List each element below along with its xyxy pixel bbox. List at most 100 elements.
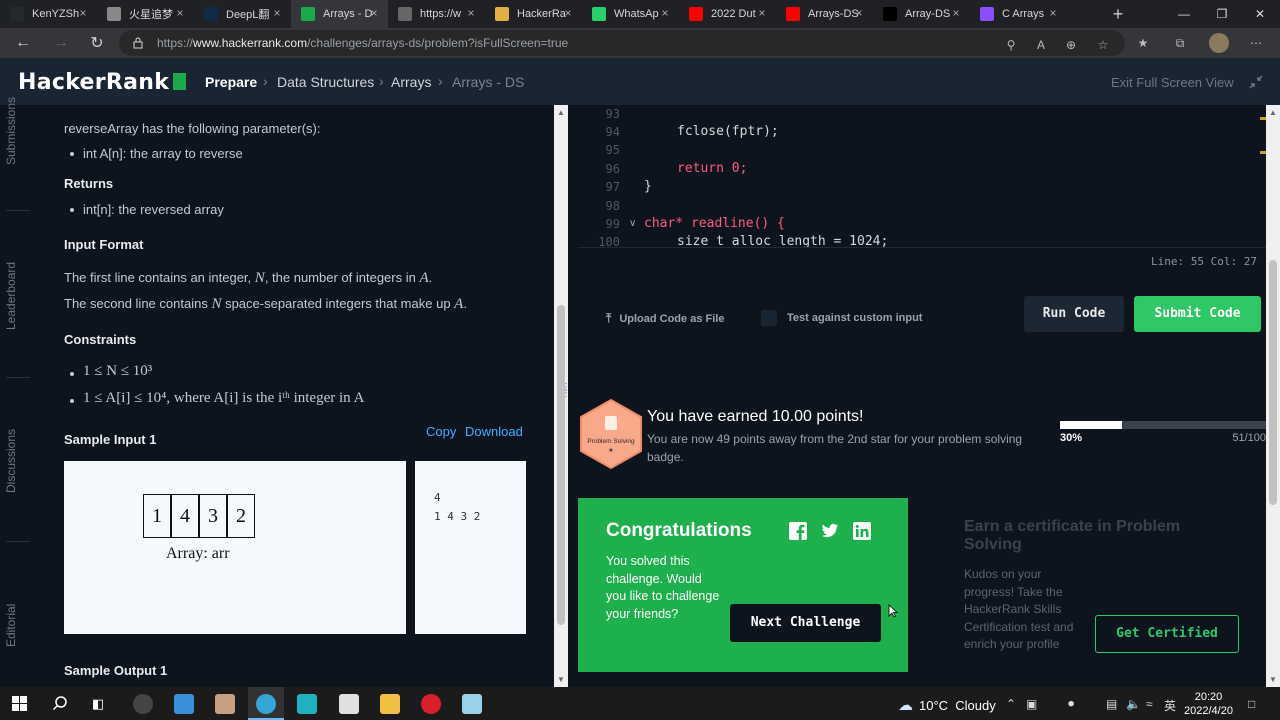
mouse-cursor-icon: [888, 604, 898, 618]
tray-icon[interactable]: ▣: [1026, 697, 1037, 711]
browser-tab[interactable]: https://w ×: [388, 0, 485, 28]
tray-chevron-icon[interactable]: ⌃: [1006, 697, 1016, 711]
close-tab-icon[interactable]: ×: [174, 7, 186, 19]
browser-tab[interactable]: HackerRa ×: [485, 0, 582, 28]
youtube-icon: [689, 7, 703, 21]
task-view-icon[interactable]: ◧: [92, 696, 104, 712]
close-window-button[interactable]: ✕: [1238, 0, 1280, 28]
rail-discussions[interactable]: Discussions: [4, 429, 18, 493]
browser-tab[interactable]: 2022 Dut ×: [679, 0, 776, 28]
problem-solving-badge-icon: Problem Solving ★: [578, 398, 644, 470]
back-button[interactable]: ←: [12, 33, 34, 53]
clock[interactable]: 20:20 2022/4/20: [1184, 690, 1233, 718]
key-icon[interactable]: ⚲: [1003, 37, 1019, 53]
profile-avatar[interactable]: [1209, 33, 1229, 53]
collapse-icon[interactable]: [1249, 75, 1263, 89]
read-aloud-icon[interactable]: A: [1033, 37, 1049, 53]
copy-link[interactable]: Copy: [426, 424, 456, 439]
breadcrumb-current: Arrays - DS: [452, 74, 525, 90]
split-handle[interactable]: ⋮ ⋮: [561, 105, 578, 687]
rail-submissions[interactable]: Submissions: [4, 97, 18, 165]
close-tab-icon[interactable]: ×: [659, 7, 671, 19]
bullet: [70, 372, 74, 376]
linkedin-icon[interactable]: [853, 522, 871, 540]
scrollbar-thumb[interactable]: [1269, 260, 1277, 505]
close-tab-icon[interactable]: ×: [1047, 7, 1059, 19]
app-icon[interactable]: [174, 694, 194, 714]
browser-tab[interactable]: KenYZSh ×: [0, 0, 97, 28]
refresh-button[interactable]: ↻: [86, 33, 108, 53]
active-app-indicator: [248, 687, 284, 720]
fold-chevron-icon[interactable]: ∨: [629, 218, 636, 229]
run-code-button[interactable]: Run Code: [1024, 296, 1124, 332]
close-tab-icon[interactable]: ×: [853, 7, 865, 19]
twitter-icon[interactable]: [821, 522, 839, 540]
alien-app-icon[interactable]: [133, 694, 153, 714]
facebook-icon[interactable]: [789, 522, 807, 540]
browser-tab[interactable]: DeepL翻 ×: [194, 0, 291, 28]
custom-input-label[interactable]: Test against custom input: [787, 312, 922, 324]
submit-code-button[interactable]: Submit Code: [1134, 296, 1261, 332]
close-tab-icon[interactable]: ×: [465, 7, 477, 19]
next-challenge-button[interactable]: Next Challenge: [730, 604, 881, 642]
app-icon[interactable]: [297, 694, 317, 714]
sample-input-box: 4 1 4 3 2: [415, 461, 526, 634]
close-tab-icon[interactable]: ×: [271, 7, 283, 19]
scroll-up-arrow[interactable]: ▲: [557, 108, 565, 117]
line-number: 98: [605, 199, 620, 213]
app-icon[interactable]: [462, 694, 482, 714]
favorites-icon[interactable]: ★: [1135, 35, 1151, 51]
app-icon[interactable]: [215, 694, 235, 714]
browser-tab[interactable]: Arrays - D ×: [291, 0, 388, 28]
bullet: [70, 399, 74, 403]
ime-indicator[interactable]: 英: [1164, 697, 1176, 714]
scroll-down-arrow[interactable]: ▼: [557, 675, 565, 684]
close-tab-icon[interactable]: ×: [77, 7, 89, 19]
collections-icon[interactable]: ⧉: [1172, 35, 1188, 51]
weather-widget[interactable]: ☁ 10°C Cloudy: [898, 696, 996, 714]
zoom-icon[interactable]: ⊕: [1063, 37, 1079, 53]
breadcrumb-arrays[interactable]: Arrays: [391, 74, 431, 90]
search-icon[interactable]: [52, 695, 68, 711]
scroll-up-arrow[interactable]: ▲: [1269, 108, 1277, 117]
url-field[interactable]: https://www.hackerrank.com/challenges/ar…: [119, 30, 1125, 56]
close-tab-icon[interactable]: ×: [950, 7, 962, 19]
close-tab-icon[interactable]: ×: [562, 7, 574, 19]
breadcrumb-data-structures[interactable]: Data Structures: [277, 74, 374, 90]
rail-editorial[interactable]: Editorial: [4, 604, 18, 647]
exit-fullscreen-link[interactable]: Exit Full Screen View: [1111, 75, 1234, 90]
volume-icon[interactable]: 🔈: [1126, 697, 1141, 711]
scroll-down-arrow[interactable]: ▼: [1269, 675, 1277, 684]
microphone-icon[interactable]: ⚫: [1066, 697, 1076, 711]
close-tab-icon[interactable]: ×: [368, 7, 380, 19]
code-editor[interactable]: 93 94 fclose(fptr); 95 96 return 0; 97 }…: [578, 105, 1266, 247]
hackerrank-logo[interactable]: HackerRank: [18, 70, 169, 95]
hackerrank-header: HackerRank Prepare › Data Structures › A…: [0, 58, 1280, 105]
close-tab-icon[interactable]: ×: [756, 7, 768, 19]
network-icon[interactable]: ▤: [1106, 697, 1117, 711]
file-explorer-icon[interactable]: [380, 694, 400, 714]
forward-button[interactable]: →: [50, 33, 72, 53]
browser-tab[interactable]: 火星追梦 ×: [97, 0, 194, 28]
browser-tab[interactable]: C Arrays ×: [970, 0, 1067, 28]
rail-leaderboard[interactable]: Leaderboard: [4, 262, 18, 330]
download-link[interactable]: Download: [465, 424, 523, 439]
netease-music-icon[interactable]: [421, 694, 441, 714]
wifi-icon[interactable]: ≈: [1146, 697, 1153, 711]
custom-input-checkbox[interactable]: [761, 310, 777, 326]
windows-start-icon[interactable]: [12, 696, 27, 711]
breadcrumb-prepare[interactable]: Prepare: [205, 74, 257, 90]
scrollbar-thumb[interactable]: [557, 305, 565, 625]
browser-tab[interactable]: Array-DS ×: [873, 0, 970, 28]
more-menu-icon[interactable]: ⋯: [1248, 35, 1264, 51]
line-number: 93: [605, 107, 620, 121]
browser-tab[interactable]: Arrays-DS ×: [776, 0, 873, 28]
notification-icon[interactable]: □: [1248, 697, 1255, 711]
editor-scrollbar[interactable]: ▲ ▼: [1266, 105, 1280, 687]
app-icon[interactable]: [339, 694, 359, 714]
new-tab-button[interactable]: +: [1108, 4, 1128, 24]
upload-code-button[interactable]: ⤒ Upload Code as File: [606, 311, 724, 326]
get-certified-button[interactable]: Get Certified: [1095, 615, 1239, 653]
browser-tab[interactable]: WhatsAp ×: [582, 0, 679, 28]
add-favorite-icon[interactable]: ☆: [1095, 37, 1111, 53]
